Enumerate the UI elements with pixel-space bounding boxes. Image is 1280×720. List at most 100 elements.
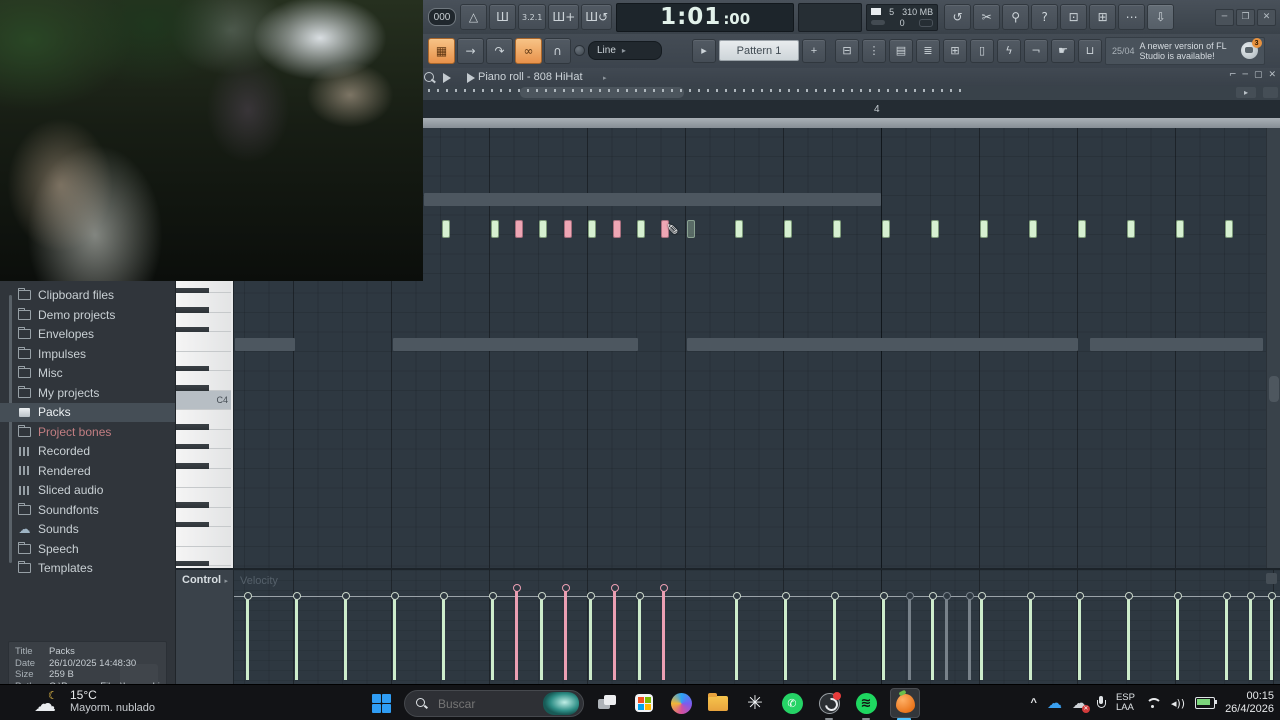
cloud-error-icon[interactable]: ☁ ✕ — [1072, 695, 1090, 713]
add-pattern-button[interactable]: + — [802, 38, 826, 63]
control-label[interactable]: Control — [182, 574, 221, 586]
fl-studio-icon[interactable] — [890, 688, 920, 720]
stamp-tool-button[interactable]: ∩ — [544, 37, 571, 64]
note[interactable] — [1225, 220, 1233, 238]
pr-close-button[interactable]: ✕ — [1268, 70, 1276, 80]
copilot-icon[interactable] — [668, 690, 694, 716]
playlist-button[interactable]: ▤ — [889, 38, 913, 63]
sidebar-item-misc[interactable]: Misc — [0, 364, 175, 384]
velocity-handle[interactable] — [491, 596, 494, 680]
note[interactable] — [1176, 220, 1184, 238]
sidebar-item-demo-projects[interactable]: Demo projects — [0, 305, 175, 325]
metronome-button[interactable]: △ — [460, 4, 487, 30]
blend-recording-button[interactable]: Ш+ — [548, 4, 580, 30]
velocity-handle[interactable] — [931, 596, 934, 680]
note[interactable] — [515, 220, 523, 238]
velocity-handle[interactable] — [638, 596, 641, 680]
note[interactable] — [882, 220, 890, 238]
note[interactable] — [980, 220, 988, 238]
project-info-button[interactable]: ¬ — [1024, 38, 1048, 63]
note[interactable] — [1127, 220, 1135, 238]
save-button[interactable]: ⊡ — [1060, 4, 1088, 30]
loop-recording-button[interactable]: Ш↺ — [581, 4, 613, 30]
parameter-name[interactable]: Velocity — [240, 575, 278, 587]
velocity-handle[interactable] — [295, 596, 298, 680]
note[interactable] — [491, 220, 499, 238]
link-tool-button[interactable]: ∞ — [515, 37, 542, 64]
sidebar-item-project-bones[interactable]: Project bones — [0, 422, 175, 442]
velocity-handle[interactable] — [393, 596, 396, 680]
velocity-handle[interactable] — [442, 596, 445, 680]
note[interactable] — [833, 220, 841, 238]
onedrive-icon[interactable]: ☁ — [1047, 695, 1062, 711]
plugin-picker-button[interactable]: ϟ — [997, 38, 1021, 63]
piano-roll-vscroll[interactable] — [1266, 128, 1280, 568]
zoom-icon[interactable] — [424, 72, 434, 82]
sidebar-item-sounds[interactable]: ☁ Sounds — [0, 520, 175, 540]
update-notification[interactable]: 25/04 A newer version of FL Studio is av… — [1105, 36, 1265, 65]
sidebar-item-rendered[interactable]: Rendered — [0, 461, 175, 481]
velocity-handle[interactable] — [1176, 596, 1179, 680]
weather-widget[interactable]: ☁ ☾ 15°C Mayorm. nublado — [34, 688, 155, 715]
marker-button[interactable]: ⊟ — [835, 38, 859, 63]
note[interactable] — [613, 220, 621, 238]
scroll-option-button[interactable] — [1263, 87, 1278, 98]
draw-tool-button[interactable]: ▦ — [428, 37, 455, 64]
search-input[interactable] — [436, 695, 535, 712]
title-arrow-icon[interactable]: ▸ — [603, 74, 607, 82]
piano-key-white[interactable] — [175, 527, 231, 547]
tempo-fragment[interactable]: 000 — [428, 8, 456, 26]
note[interactable] — [735, 220, 743, 238]
velocity-handle[interactable] — [515, 588, 518, 680]
touch-controller-button[interactable]: ☛ — [1051, 38, 1075, 63]
note[interactable] — [588, 220, 596, 238]
sidebar-item-speech[interactable]: Speech — [0, 539, 175, 559]
language-indicator[interactable]: ESP LAA — [1116, 693, 1135, 713]
note[interactable] — [442, 220, 450, 238]
note[interactable] — [931, 220, 939, 238]
velocity-handle[interactable] — [784, 596, 787, 680]
paint-tool-button[interactable]: → — [457, 37, 484, 64]
channel-rack-button[interactable]: ⊞ — [943, 38, 967, 63]
velocity-handle[interactable] — [564, 588, 567, 680]
velocity-handle[interactable] — [980, 596, 983, 680]
pattern-selector[interactable]: Pattern 1 — [719, 40, 799, 61]
pr-maximize-button[interactable]: ▢ — [1254, 70, 1263, 80]
velocity-handle[interactable] — [1249, 596, 1252, 680]
velocity-handle[interactable] — [662, 588, 665, 680]
restore-button[interactable]: ❐ — [1236, 8, 1255, 26]
record-audio-button[interactable]: ⚲ — [1002, 4, 1030, 30]
sidebar-item-soundfonts[interactable]: Soundfonts — [0, 500, 175, 520]
snap-knob[interactable] — [574, 45, 585, 56]
battery-icon[interactable] — [1195, 697, 1218, 709]
control-lane[interactable]: Velocity Control ▸ — [175, 568, 1280, 686]
piano-key-white[interactable] — [175, 468, 231, 488]
sidebar-item-clipboard-files[interactable]: Clipboard files — [0, 286, 175, 306]
velocity-handle[interactable] — [1127, 596, 1130, 680]
file-explorer-icon[interactable] — [705, 690, 731, 716]
help-button[interactable]: ? — [1031, 4, 1059, 30]
taskbar-search[interactable] — [404, 690, 584, 717]
feedback-button[interactable]: ⋯ — [1118, 4, 1146, 30]
velocity-handle[interactable] — [968, 596, 971, 680]
obs-icon[interactable] — [816, 690, 842, 720]
start-button[interactable] — [372, 694, 391, 713]
triplet-button[interactable]: ⋮ — [862, 38, 886, 63]
piano-key-c4[interactable]: C4 — [175, 390, 231, 410]
cut-button[interactable]: ✂ — [973, 4, 1001, 30]
close-button[interactable]: ✕ — [1257, 8, 1276, 26]
note[interactable] — [539, 220, 547, 238]
snap-selector[interactable]: Line ▸ — [588, 41, 662, 60]
ghost-note[interactable] — [687, 220, 695, 238]
clock-widget[interactable]: 00:15 26/4/2026 — [1225, 690, 1274, 716]
plugin-database-button[interactable]: ▯ — [970, 38, 994, 63]
velocity-handle[interactable] — [246, 596, 249, 680]
ms-store-icon[interactable] — [631, 690, 657, 716]
velocity-handle[interactable] — [945, 596, 948, 680]
speaker-icon[interactable] — [443, 73, 456, 83]
tray-expand-icon[interactable]: ^ — [1031, 697, 1037, 709]
chatgpt-icon[interactable]: ✳ — [742, 690, 768, 716]
whatsapp-icon[interactable]: ✆ — [779, 690, 805, 716]
spotify-icon[interactable]: ≋ — [853, 690, 879, 720]
note[interactable] — [564, 220, 572, 238]
